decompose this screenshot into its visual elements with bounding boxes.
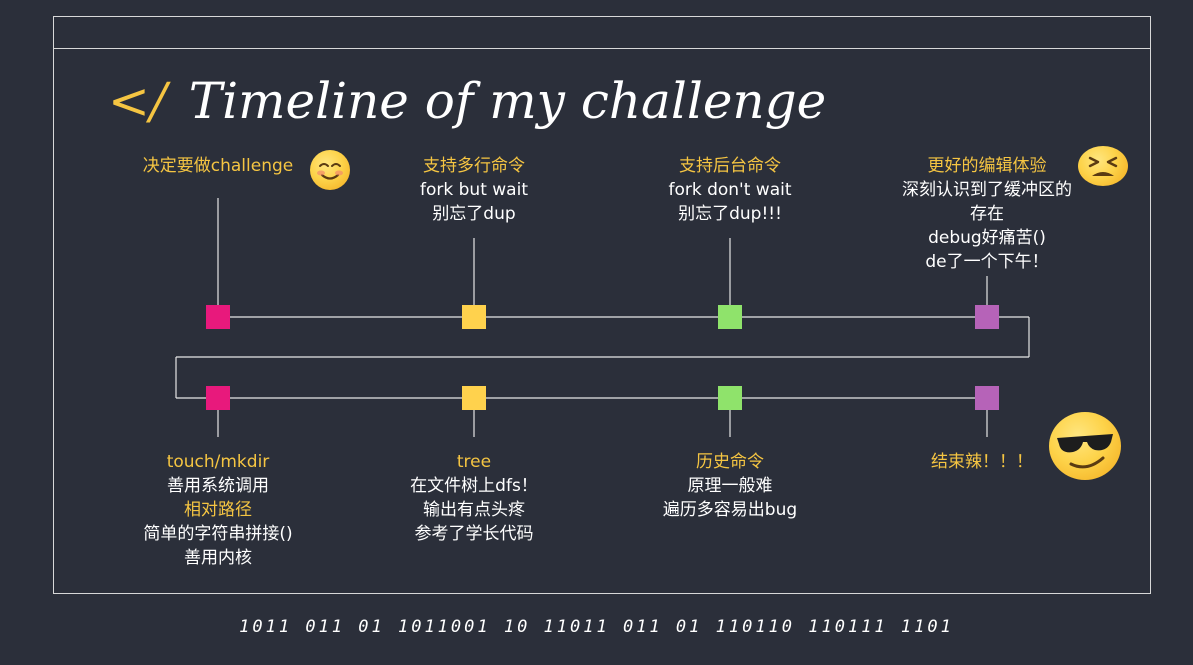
event-top-3-line-1: 支持后台命令 — [679, 156, 781, 176]
event-top-4: 更好的编辑体验 深刻认识到了缓冲区的 存在 debug好痛苦() de了一个下午… — [872, 154, 1102, 274]
event-bottom-2-line-2: 在文件树上dfs！ — [410, 476, 538, 496]
event-bottom-2-line-3: 输出有点头疼 — [423, 500, 525, 520]
event-top-3-line-2: fork don't wait — [668, 180, 792, 200]
event-top-2: 支持多行命令 fork but wait 别忘了dup — [374, 154, 574, 226]
event-top-1-line-1: 决定要做challenge — [142, 156, 294, 176]
event-top-3: 支持后台命令 fork don't wait 别忘了dup!!! — [630, 154, 830, 226]
event-bottom-3: 历史命令 原理一般难 遍历多容易出bug — [630, 450, 830, 522]
event-bottom-1: touch/mkdir 善用系统调用 相对路径 简单的字符串拼接() 善用内核 — [108, 450, 328, 570]
event-top-1: 决定要做challenge — [118, 154, 318, 178]
event-top-4-line-4: debug好痛苦() — [928, 228, 1046, 248]
event-bottom-4-line-1: 结束辣！！！ — [931, 452, 1033, 472]
event-top-2-line-3: 别忘了dup — [432, 204, 516, 224]
event-bottom-2: tree 在文件树上dfs！ 输出有点头疼 参考了学长代码 — [374, 450, 574, 546]
event-top-2-line-2: fork but wait — [420, 180, 528, 200]
marker-top-green — [718, 305, 742, 329]
marker-bottom-pink — [206, 386, 230, 410]
event-top-4-line-5: de了一个下午！ — [925, 252, 1049, 272]
marker-bottom-green — [718, 386, 742, 410]
event-bottom-1-line-2: 善用系统调用 — [167, 476, 269, 496]
event-bottom-1-line-1: touch/mkdir — [166, 452, 270, 472]
event-bottom-1-line-5: 善用内核 — [184, 548, 252, 568]
sunglasses-face-icon — [1049, 412, 1121, 480]
event-bottom-1-line-4: 简单的字符串拼接() — [143, 524, 293, 544]
event-top-4-line-1: 更好的编辑体验 — [927, 156, 1047, 176]
event-bottom-3-line-3: 遍历多容易出bug — [662, 500, 798, 520]
event-bottom-2-line-1: tree — [456, 452, 492, 472]
event-bottom-1-line-3: 相对路径 — [184, 500, 252, 520]
event-bottom-4: 结束辣！！！ — [897, 450, 1067, 474]
event-bottom-2-line-4: 参考了学长代码 — [414, 524, 534, 544]
marker-bottom-yellow — [462, 386, 486, 410]
binary-footer: 1011 011 01 1011001 10 11011 011 01 1101… — [239, 617, 954, 637]
event-bottom-3-line-2: 原理一般难 — [687, 476, 773, 496]
event-top-2-line-1: 支持多行命令 — [423, 156, 525, 176]
event-top-3-line-3: 别忘了dup!!! — [678, 204, 782, 224]
event-top-4-line-2: 深刻认识到了缓冲区的 — [902, 180, 1072, 200]
event-bottom-3-line-1: 历史命令 — [696, 452, 764, 472]
event-top-4-line-3: 存在 — [970, 204, 1004, 224]
marker-bottom-purple — [975, 386, 999, 410]
marker-top-purple — [975, 305, 999, 329]
marker-top-pink — [206, 305, 230, 329]
smiling-face-icon — [310, 150, 350, 190]
tired-face-icon — [1078, 146, 1128, 186]
marker-top-yellow — [462, 305, 486, 329]
timeline-slide: </Timeline of my challenge 决定要做challenge — [0, 0, 1193, 665]
